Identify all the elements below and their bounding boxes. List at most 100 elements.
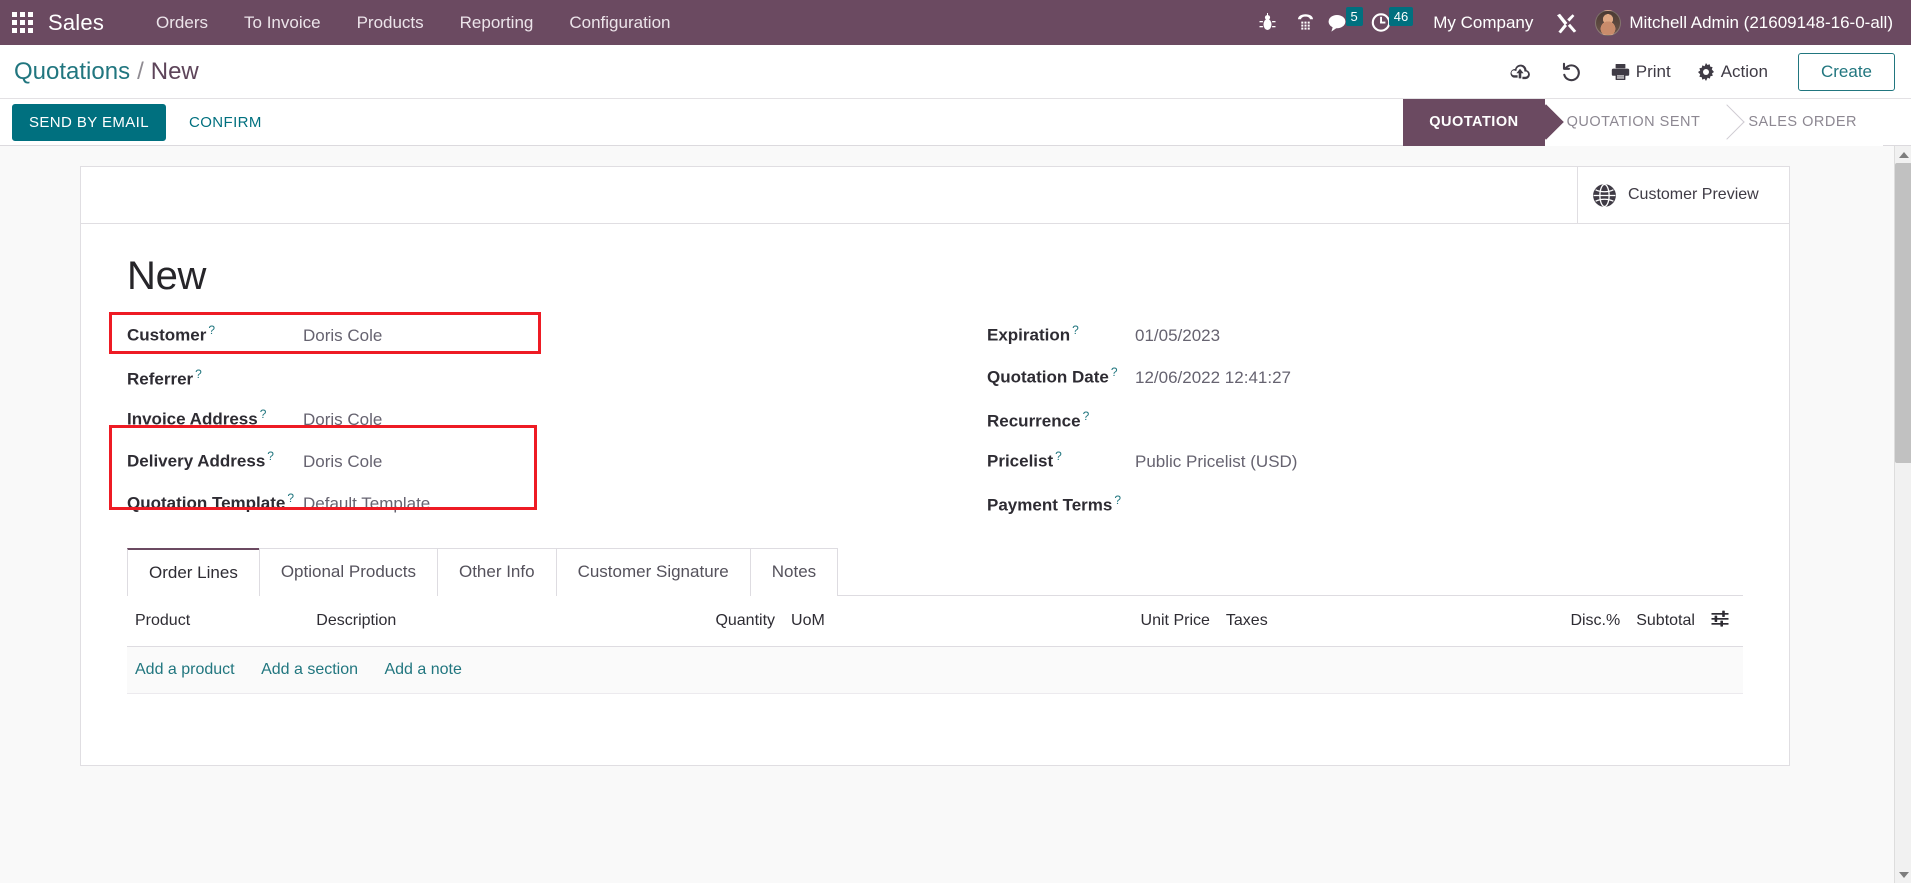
help-icon[interactable]: ?	[1055, 449, 1062, 463]
stage-sales-order[interactable]: SALES ORDER	[1726, 98, 1883, 146]
save-record-button[interactable]	[1495, 57, 1545, 87]
order-lines-header: Product Description Quantity UoM Unit Pr…	[127, 596, 1743, 647]
field-payment-terms-value[interactable]	[1135, 491, 1355, 511]
field-quotation-date-value[interactable]: 12/06/2022 12:41:27	[1135, 368, 1291, 388]
control-panel: Quotations / New Print Action Create	[0, 45, 1911, 99]
navbar-right-tools: 5 46 My Company Mitchell Admin (21609148…	[1249, 0, 1911, 45]
menu-products[interactable]: Products	[339, 0, 442, 45]
sliders-icon[interactable]	[1711, 610, 1729, 632]
field-quotation-template-label: Quotation Template?	[127, 491, 303, 514]
bug-icon[interactable]	[1249, 0, 1287, 45]
action-label: Action	[1720, 61, 1768, 81]
field-referrer-value[interactable]	[303, 365, 523, 385]
scrollbar-thumb[interactable]	[1895, 163, 1911, 463]
field-pricelist[interactable]: Pricelist? Public Pricelist (USD)	[987, 441, 1743, 483]
field-delivery-address-value[interactable]: Doris Cole	[303, 452, 382, 472]
add-a-section-link[interactable]: Add a section	[261, 661, 358, 678]
field-customer[interactable]: Customer? Doris Cole	[127, 315, 895, 357]
order-lines-body: Add a product Add a section Add a note	[127, 646, 1743, 694]
field-quotation-template[interactable]: Quotation Template? Default Template	[127, 483, 895, 525]
field-invoice-address-label: Invoice Address?	[127, 407, 303, 430]
scroll-up-arrow[interactable]	[1895, 146, 1911, 163]
label-text: Payment Terms	[987, 496, 1113, 515]
customer-preview-button[interactable]: Customer Preview	[1577, 167, 1789, 223]
col-unit-price[interactable]: Unit Price	[992, 596, 1218, 647]
field-payment-terms[interactable]: Payment Terms?	[987, 483, 1743, 525]
optional-columns-toggle[interactable]	[1702, 596, 1743, 647]
tools-icon[interactable]	[1547, 0, 1585, 45]
tab-order-lines[interactable]: Order Lines	[127, 548, 260, 596]
field-expiration[interactable]: Expiration? 01/05/2023	[987, 315, 1743, 357]
help-icon[interactable]: ?	[1072, 323, 1079, 337]
add-a-product-link[interactable]: Add a product	[135, 661, 235, 678]
field-quotation-date[interactable]: Quotation Date? 12/06/2022 12:41:27	[987, 357, 1743, 399]
discard-record-button[interactable]	[1547, 56, 1597, 88]
field-recurrence[interactable]: Recurrence?	[987, 399, 1743, 441]
help-icon[interactable]: ?	[1114, 493, 1121, 507]
notebook-tabs: Order Lines Optional Products Other Info…	[127, 547, 1743, 596]
undo-icon	[1562, 62, 1580, 81]
field-recurrence-value[interactable]	[1135, 407, 1355, 427]
tab-other-info[interactable]: Other Info	[436, 548, 557, 596]
activities-counter[interactable]: 46	[1369, 7, 1419, 33]
menu-orders[interactable]: Orders	[138, 0, 226, 45]
stage-quotation-sent[interactable]: QUOTATION SENT	[1544, 98, 1727, 146]
confirm-button[interactable]: CONFIRM	[174, 104, 277, 141]
help-icon[interactable]: ?	[195, 367, 202, 381]
col-disc-percent[interactable]: Disc.%	[1510, 596, 1629, 647]
field-expiration-label: Expiration?	[987, 323, 1135, 346]
gear-icon	[1697, 62, 1714, 81]
send-by-email-button[interactable]: SEND BY EMAIL	[12, 103, 166, 141]
vertical-scrollbar[interactable]	[1894, 146, 1911, 883]
field-delivery-address[interactable]: Delivery Address? Doris Cole	[127, 441, 895, 483]
apps-grid-icon[interactable]	[12, 11, 34, 34]
col-quantity[interactable]: Quantity	[548, 596, 784, 647]
sheet-button-box: Customer Preview	[81, 167, 1789, 224]
field-invoice-address-value[interactable]: Doris Cole	[303, 410, 382, 430]
messages-counter[interactable]: 5	[1325, 7, 1369, 33]
breadcrumb-quotations[interactable]: Quotations	[14, 58, 130, 86]
tab-notes[interactable]: Notes	[749, 548, 839, 596]
field-quotation-template-value[interactable]: Default Template	[303, 494, 430, 514]
help-icon[interactable]: ?	[1111, 365, 1118, 379]
tab-optional-products[interactable]: Optional Products	[258, 548, 438, 596]
breadcrumb-separator: /	[137, 57, 144, 85]
field-pricelist-value[interactable]: Public Pricelist (USD)	[1135, 452, 1297, 472]
add-line-row: Add a product Add a section Add a note	[127, 646, 1743, 694]
phone-dialpad-icon[interactable]	[1287, 0, 1325, 45]
user-avatar[interactable]	[1595, 9, 1622, 36]
field-customer-value[interactable]: Doris Cole	[303, 326, 382, 346]
action-button[interactable]: Action	[1685, 56, 1780, 88]
field-referrer[interactable]: Referrer?	[127, 357, 895, 399]
help-icon[interactable]: ?	[287, 491, 294, 505]
col-uom[interactable]: UoM	[783, 596, 993, 647]
page-title: New	[127, 254, 207, 298]
user-menu[interactable]: Mitchell Admin (21609148-16-0-all)	[1629, 13, 1901, 33]
activities-count-badge: 46	[1388, 7, 1414, 26]
print-button[interactable]: Print	[1599, 56, 1683, 88]
print-label: Print	[1635, 61, 1671, 81]
col-taxes[interactable]: Taxes	[1217, 596, 1510, 647]
field-expiration-value[interactable]: 01/05/2023	[1135, 326, 1220, 346]
create-button[interactable]: Create	[1797, 52, 1895, 91]
company-switcher[interactable]: My Company	[1419, 13, 1547, 33]
menu-to-invoice[interactable]: To Invoice	[226, 0, 339, 45]
col-description[interactable]: Description	[308, 596, 549, 647]
stage-quotation[interactable]: QUOTATION	[1403, 98, 1545, 146]
statusbar-stages: QUOTATION QUOTATION SENT SALES ORDER	[1403, 98, 1911, 146]
field-invoice-address[interactable]: Invoice Address? Doris Cole	[127, 399, 895, 441]
help-icon[interactable]: ?	[1083, 409, 1090, 423]
help-icon[interactable]: ?	[208, 323, 215, 337]
help-icon[interactable]: ?	[260, 407, 267, 421]
tab-customer-signature[interactable]: Customer Signature	[555, 548, 751, 596]
col-product[interactable]: Product	[127, 596, 309, 647]
col-subtotal[interactable]: Subtotal	[1628, 596, 1703, 647]
add-a-note-link[interactable]: Add a note	[384, 661, 461, 678]
customer-preview-label: Customer Preview	[1628, 186, 1759, 204]
scroll-down-arrow[interactable]	[1895, 866, 1911, 883]
menu-configuration[interactable]: Configuration	[551, 0, 688, 45]
menu-reporting[interactable]: Reporting	[442, 0, 552, 45]
help-icon[interactable]: ?	[267, 449, 274, 463]
app-brand-sales[interactable]: Sales	[48, 10, 104, 36]
form-column-left: Customer? Doris Cole Referrer? Invoice A…	[109, 312, 935, 525]
